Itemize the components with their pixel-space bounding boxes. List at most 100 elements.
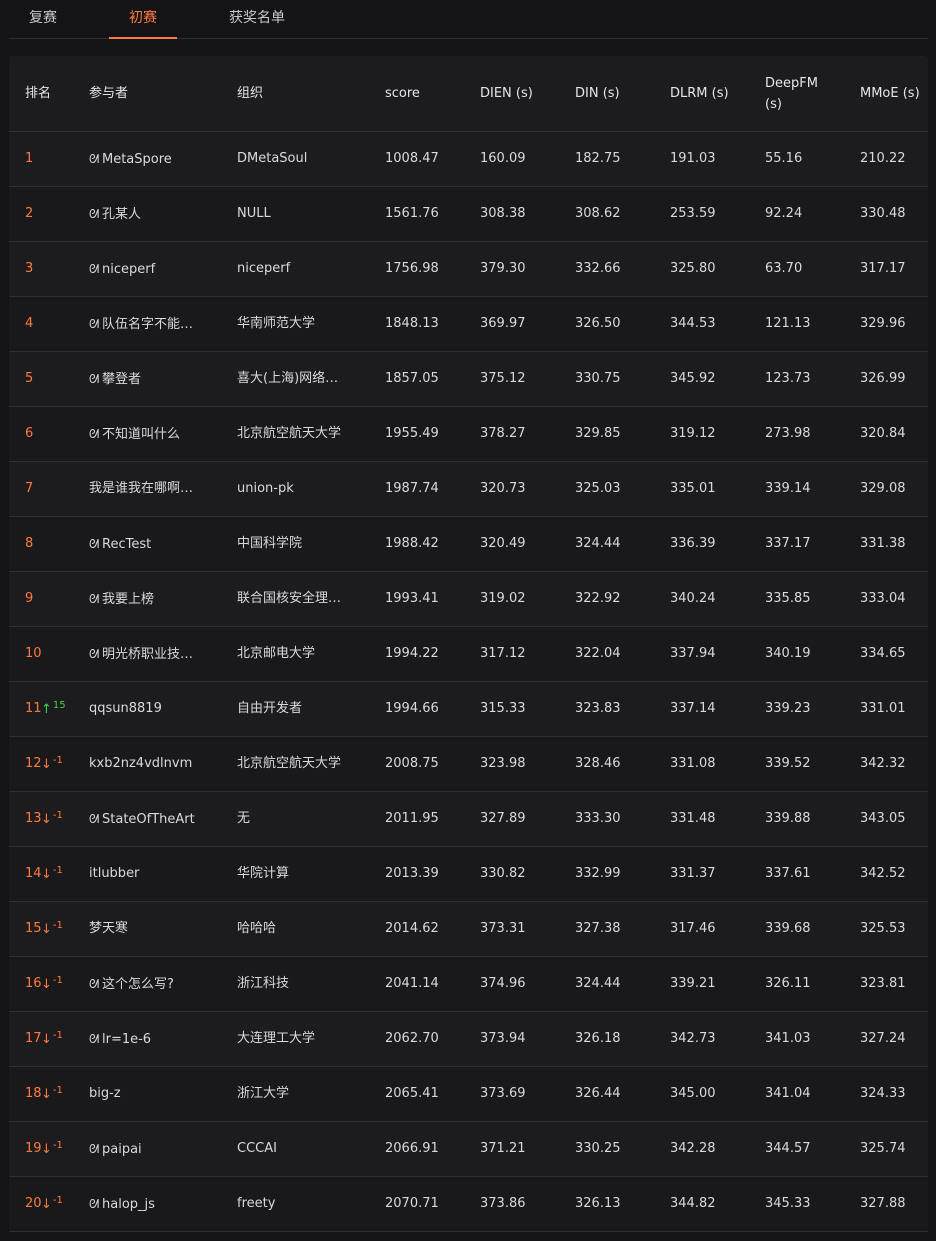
header-dien: DIEN (s) — [480, 86, 533, 101]
participant-cell[interactable]: ᘛ RecTest — [89, 517, 219, 571]
mmoe-cell: 343.05 — [860, 811, 906, 826]
din-cell: 322.92 — [575, 591, 621, 606]
mmoe-cell: 330.48 — [860, 206, 906, 221]
participant-name: RecTest — [102, 537, 152, 552]
participant-name: niceperf — [102, 262, 156, 277]
participant-cell[interactable]: ᘛ 攀登者 — [89, 352, 219, 406]
participant-cell[interactable]: ᘛ paipai — [89, 1122, 219, 1176]
participant-cell[interactable]: ᘛ MetaSpore — [89, 132, 219, 186]
table-row: 9 ᘛ 我要上榜 联合国核安全理… 1993.41 319.02 322.92 340.24 3… — [9, 572, 928, 627]
dlrm-cell: 319.12 — [670, 426, 716, 441]
dien-cell: 374.96 — [480, 976, 526, 991]
participant-name: kxb2nz4vdlnvm — [89, 756, 193, 771]
dien-cell: 320.49 — [480, 536, 526, 551]
org-cell: 华南师范大学 — [237, 316, 316, 331]
table-row: 6 ᘛ 不知道叫什么 北京航空航天大学 1955.49 378.27 329.85 319.1… — [9, 407, 928, 462]
din-cell: 332.99 — [575, 866, 621, 881]
score-cell: 1561.76 — [385, 206, 439, 221]
table-row: 10 ᘛ 明光桥职业技… 北京邮电大学 1994.22 317.12 322.04 337.9… — [9, 627, 928, 682]
team-icon: ᘛ — [89, 592, 100, 606]
org-cell: NULL — [237, 206, 271, 221]
participant-cell[interactable]: itlubber — [89, 847, 219, 901]
rank-cell: 19 — [25, 1141, 42, 1156]
participant-cell[interactable]: ᘛ niceperf — [89, 242, 219, 296]
mmoe-cell: 342.32 — [860, 756, 906, 771]
header-score: score — [385, 86, 420, 101]
deepfm-cell: 337.17 — [765, 536, 811, 551]
participant-cell[interactable]: ᘛ 这个怎么写? — [89, 957, 219, 1011]
score-cell: 1756.98 — [385, 261, 439, 276]
dien-cell: 371.21 — [480, 1141, 526, 1156]
participant-name: MetaSpore — [102, 152, 172, 167]
score-cell: 2066.91 — [385, 1141, 439, 1156]
table-row: 13 ↓ -1 ᘛ StateOfTheArt 无 2011.95 327.89 333.30 3… — [9, 792, 928, 847]
dien-cell: 373.86 — [480, 1196, 526, 1211]
mmoe-cell: 323.81 — [860, 976, 906, 991]
score-cell: 2011.95 — [385, 811, 439, 826]
arrow-up-icon: ↑ — [41, 701, 52, 717]
participant-cell[interactable]: big-z — [89, 1067, 219, 1121]
rank-change-indicator: ↓ -1 — [41, 1067, 63, 1121]
dlrm-cell: 345.00 — [670, 1086, 716, 1101]
mmoe-cell: 333.04 — [860, 591, 906, 606]
din-cell: 326.18 — [575, 1031, 621, 1046]
team-icon: ᘛ — [89, 812, 100, 826]
participant-cell[interactable]: ᘛ 孔某人 — [89, 187, 219, 241]
dlrm-cell: 344.53 — [670, 316, 716, 331]
tab-semifinal[interactable]: 复赛 — [9, 0, 77, 38]
participant-cell[interactable]: ᘛ 明光桥职业技… — [89, 627, 219, 681]
org-cell: 自由开发者 — [237, 701, 303, 716]
deepfm-cell: 335.85 — [765, 591, 811, 606]
dien-cell: 369.97 — [480, 316, 526, 331]
team-icon: ᘛ — [89, 262, 100, 276]
participant-name: 明光桥职业技… — [102, 647, 194, 662]
team-icon: ᘛ — [89, 372, 100, 386]
participant-name: StateOfTheArt — [102, 812, 195, 827]
din-cell: 326.44 — [575, 1086, 621, 1101]
rank-cell: 8 — [25, 536, 34, 551]
participant-cell[interactable]: ᘛ halop_js — [89, 1177, 219, 1231]
org-cell: 浙江大学 — [237, 1086, 290, 1101]
deepfm-cell: 123.73 — [765, 371, 811, 386]
rank-change-indicator: ↓ -1 — [41, 1177, 63, 1231]
rank-change-value: -1 — [52, 1029, 63, 1041]
score-cell: 1988.42 — [385, 536, 439, 551]
participant-cell[interactable]: ᘛ 不知道叫什么 — [89, 407, 219, 461]
din-cell: 308.62 — [575, 206, 621, 221]
team-icon: ᘛ — [89, 427, 100, 441]
participant-cell[interactable]: ᘛ lr=1e-6 — [89, 1012, 219, 1066]
org-cell: 中国科学院 — [237, 536, 303, 551]
din-cell: 330.25 — [575, 1141, 621, 1156]
participant-cell[interactable]: qqsun8819 — [89, 682, 219, 736]
participant-cell[interactable]: kxb2nz4vdlnvm — [89, 737, 219, 791]
participant-cell[interactable]: ᘛ StateOfTheArt — [89, 792, 219, 846]
org-cell: 华院计算 — [237, 866, 290, 881]
org-cell: DMetaSoul — [237, 151, 308, 166]
dlrm-cell: 253.59 — [670, 206, 716, 221]
rank-change-value: -1 — [52, 974, 63, 986]
rank-change-indicator: ↓ -1 — [41, 792, 63, 846]
table-row: 18 ↓ -1 big-z 浙江大学 2065.41 373.69 326.44 345.00 3… — [9, 1067, 928, 1122]
header-din: DIN (s) — [575, 86, 620, 101]
team-icon: ᘛ — [89, 207, 100, 221]
rank-change-value: -1 — [52, 919, 63, 931]
deepfm-cell: 341.03 — [765, 1031, 811, 1046]
rank-cell: 3 — [25, 261, 34, 276]
participant-cell[interactable]: ᘛ 队伍名字不能… — [89, 297, 219, 351]
participant-name: big-z — [89, 1086, 121, 1101]
org-cell: 无 — [237, 811, 251, 826]
rank-change-value: 15 — [52, 699, 66, 711]
tab-award-list[interactable]: 获奖名单 — [216, 0, 298, 38]
participant-cell[interactable]: 我是谁我在哪啊… — [89, 462, 219, 516]
dlrm-cell: 335.01 — [670, 481, 716, 496]
participant-cell[interactable]: 梦天寒 — [89, 902, 219, 956]
arrow-down-icon: ↓ — [41, 866, 52, 882]
table-row: 2 ᘛ 孔某人 NULL 1561.76 308.38 308.62 253.59 92.24 3… — [9, 187, 928, 242]
dlrm-cell: 325.80 — [670, 261, 716, 276]
din-cell: 327.38 — [575, 921, 621, 936]
arrow-down-icon: ↓ — [41, 1031, 52, 1047]
dlrm-cell: 344.82 — [670, 1196, 716, 1211]
tab-preliminary[interactable]: 初赛 — [109, 0, 177, 39]
arrow-down-icon: ↓ — [41, 921, 52, 937]
participant-cell[interactable]: ᘛ 我要上榜 — [89, 572, 219, 626]
